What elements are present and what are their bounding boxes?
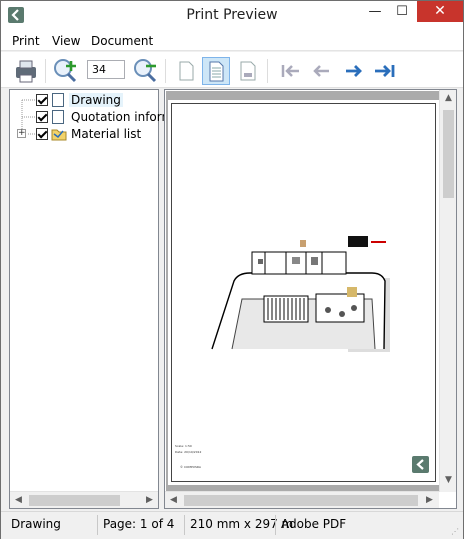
tree-item-label: Material list [71, 127, 142, 141]
last-page-icon[interactable] [371, 57, 399, 85]
menu-document[interactable]: Document [91, 34, 153, 48]
scroll-left-icon[interactable]: ◀ [10, 492, 27, 509]
title-bar: Print Preview — ☐ ✕ [1, 1, 463, 31]
menu-print[interactable]: Print [12, 34, 40, 48]
status-printer: Adobe PDF [281, 517, 347, 531]
preview-vertical-scrollbar[interactable]: ▲ ▼ [439, 90, 456, 492]
zoom-input[interactable]: 34 [87, 60, 125, 79]
scroll-left-icon[interactable]: ◀ [165, 492, 182, 509]
logo-icon [412, 456, 429, 473]
tree-horizontal-scrollbar[interactable]: ◀ ▶ [10, 491, 158, 508]
menu-view[interactable]: View [52, 34, 80, 48]
maximize-button[interactable]: ☐ [388, 1, 416, 23]
toolbar: 34 [1, 52, 463, 88]
checkbox[interactable] [36, 128, 48, 140]
previous-page-icon[interactable] [307, 57, 335, 85]
expand-icon[interactable]: + [17, 129, 26, 138]
close-button[interactable]: ✕ [417, 1, 463, 22]
checkbox[interactable] [36, 94, 48, 106]
document-icon [52, 110, 64, 124]
menu-bar: Print View Document [1, 31, 463, 51]
next-page-icon[interactable] [340, 57, 368, 85]
printer-icon[interactable] [12, 57, 40, 85]
folder-icon [51, 127, 67, 144]
scroll-thumb[interactable] [443, 110, 454, 198]
page-area: Scale: 1:50 Date: 20/10/2012 © COMPUSRA [166, 91, 439, 491]
status-page: Page: 1 of 4 [103, 517, 175, 531]
document-icon [52, 93, 64, 107]
scroll-down-icon[interactable]: ▼ [440, 472, 457, 489]
tree-item-label: Quotation inform [71, 110, 174, 124]
scroll-thumb[interactable] [29, 495, 120, 506]
scroll-up-icon[interactable]: ▲ [440, 90, 457, 107]
page-footer-scale: Scale: 1:50 [175, 444, 192, 448]
preview-horizontal-scrollbar[interactable]: ◀ ▶ [165, 491, 439, 508]
page-footer-copyright: © COMPUSRA [180, 465, 201, 469]
page-width-icon[interactable] [234, 57, 262, 85]
tree-item-label: Drawing [69, 93, 123, 107]
status-bar: Drawing Page: 1 of 4 210 mm x 297 m Adob… [1, 511, 463, 539]
page-footer-date: Date: 20/10/2012 [175, 450, 202, 454]
status-paper-size: 210 mm x 297 m [190, 517, 294, 531]
preview-pane: Scale: 1:50 Date: 20/10/2012 © COMPUSRA … [164, 89, 457, 509]
zoom-out-icon[interactable] [132, 57, 160, 85]
tree-item-material-list[interactable]: + Material list [17, 126, 157, 143]
checkbox[interactable] [36, 111, 48, 123]
zoom-in-icon[interactable] [52, 57, 80, 85]
first-page-icon[interactable] [277, 57, 305, 85]
scroll-thumb[interactable] [184, 495, 418, 506]
scroll-right-icon[interactable]: ▶ [421, 492, 438, 509]
resize-grip-icon[interactable]: ⋰ [451, 527, 459, 536]
minimize-button[interactable]: — [361, 1, 389, 23]
document-tree-panel: Drawing Quotation inform + Material list… [9, 89, 173, 509]
print-preview-window: Print Preview — ☐ ✕ Print View Document … [0, 0, 464, 539]
page-view-icon[interactable] [172, 57, 200, 85]
preview-page: Scale: 1:50 Date: 20/10/2012 © COMPUSRA [168, 100, 439, 485]
status-document: Drawing [11, 517, 61, 531]
scroll-right-icon[interactable]: ▶ [141, 492, 158, 509]
page-fit-icon[interactable] [202, 57, 230, 85]
